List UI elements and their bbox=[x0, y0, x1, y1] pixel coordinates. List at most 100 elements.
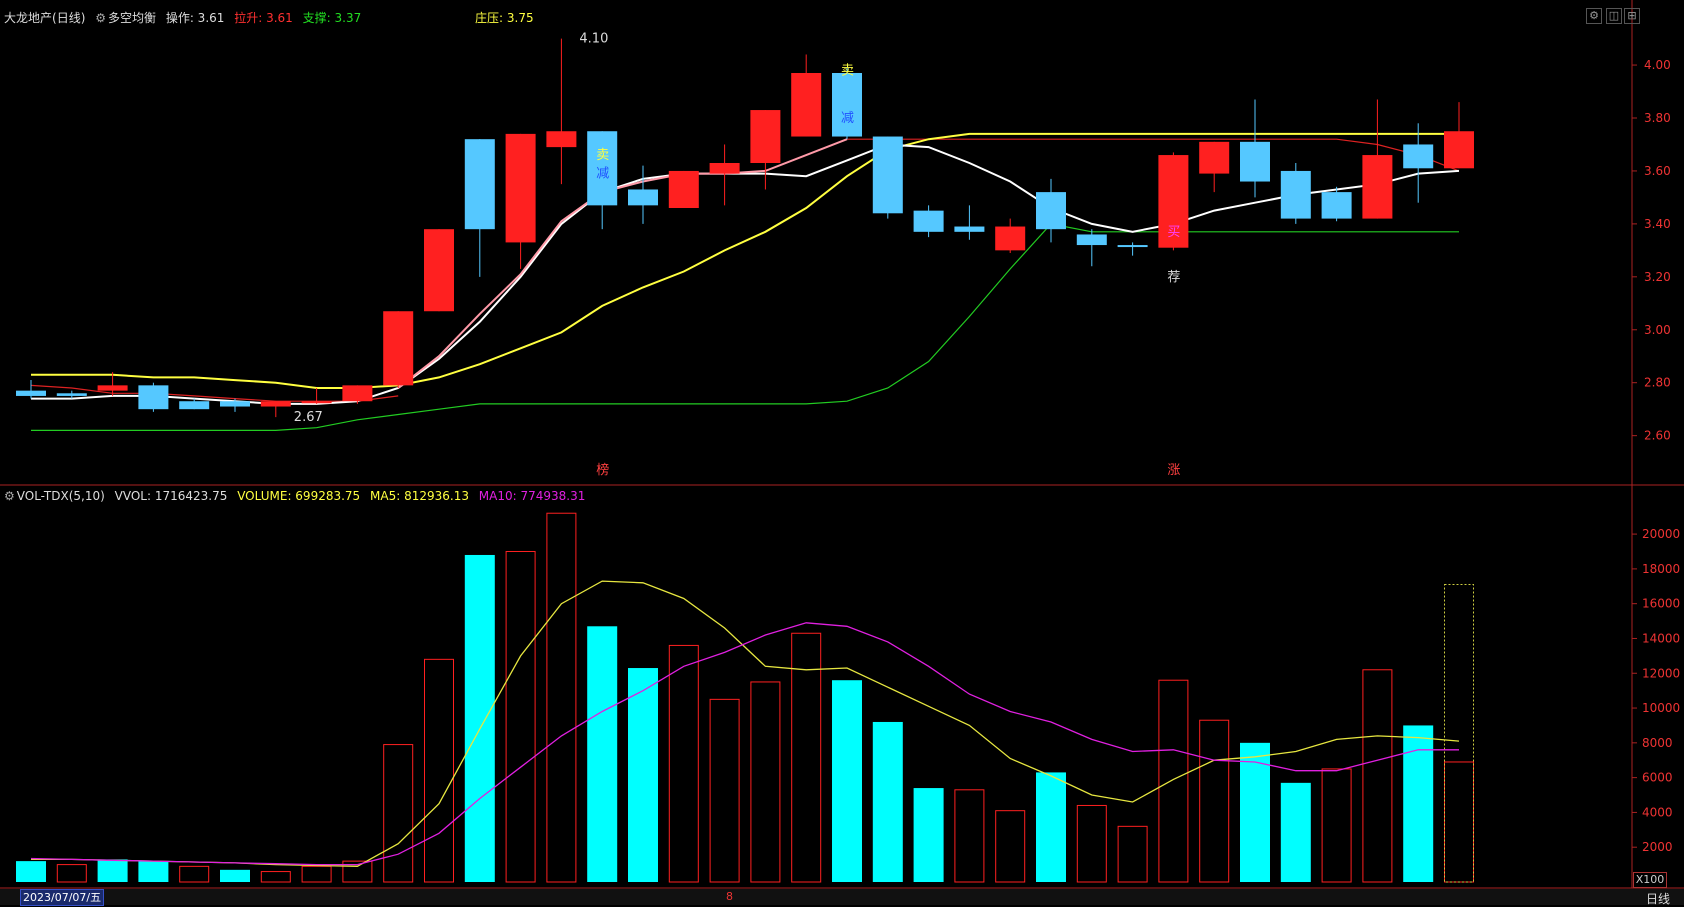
pull-value: 拉升: 3.61 bbox=[234, 11, 293, 25]
candle-body bbox=[872, 136, 903, 214]
period-switch[interactable]: 日线 bbox=[1646, 890, 1670, 907]
pin-icon[interactable]: ⊞ bbox=[1624, 8, 1640, 24]
candle-body bbox=[546, 131, 577, 148]
volume-tick-label: 4000 bbox=[1642, 805, 1673, 819]
chart-annotation: 2.67 bbox=[294, 410, 323, 425]
candle-body bbox=[260, 401, 291, 407]
chart-annotation: 减 bbox=[596, 167, 609, 182]
candle-body bbox=[1117, 245, 1148, 248]
volume-settings-icon[interactable]: ⚙ bbox=[4, 489, 15, 503]
volume-tick-label: 10000 bbox=[1642, 701, 1680, 715]
volume-bar bbox=[954, 789, 985, 883]
candle-body bbox=[1076, 234, 1107, 246]
chart-annotation: 减 bbox=[841, 111, 854, 126]
volume-bar bbox=[546, 512, 577, 883]
ma5-value: MA5: 812936.13 bbox=[370, 489, 469, 503]
volume-bar bbox=[1403, 725, 1434, 882]
volume-bar bbox=[97, 859, 128, 882]
volume-bars bbox=[16, 512, 1474, 883]
price-tick-label: 2.80 bbox=[1644, 376, 1671, 390]
volume-bar bbox=[505, 550, 536, 883]
volume-tick-label: 8000 bbox=[1642, 736, 1673, 750]
volume-tick-label: 20000 bbox=[1642, 527, 1680, 541]
stock-name[interactable]: 大龙地产 bbox=[4, 11, 52, 25]
volume-tick-label: 14000 bbox=[1642, 631, 1680, 645]
candle-body bbox=[668, 170, 699, 208]
volume-bar bbox=[1076, 804, 1107, 883]
price-tick-label: 3.80 bbox=[1644, 111, 1671, 125]
candle-body bbox=[97, 385, 128, 391]
indicator-settings-icon[interactable]: ⚙ bbox=[95, 11, 106, 25]
volume-bar bbox=[1117, 825, 1148, 883]
chart-annotation: 荐 bbox=[1167, 270, 1180, 285]
candle-body bbox=[1240, 141, 1270, 182]
volume-bar bbox=[1158, 679, 1189, 883]
chart-annotation: 4.10 bbox=[579, 32, 608, 47]
volume-bar bbox=[464, 554, 495, 882]
candle-body bbox=[628, 189, 658, 206]
volume-unit: X100 bbox=[1633, 872, 1667, 888]
chart-annotation: 涨 bbox=[1167, 463, 1180, 478]
operate-value: 操作: 3.61 bbox=[165, 11, 225, 25]
vol-indicator-name[interactable]: VOL-TDX(5,10) bbox=[17, 489, 105, 503]
candle-body bbox=[750, 110, 781, 163]
candle-body bbox=[832, 73, 862, 137]
chart-annotation: 卖 bbox=[596, 148, 609, 163]
candle-body bbox=[505, 133, 536, 243]
chart-annotation: 榜 bbox=[596, 462, 609, 478]
candle-body bbox=[954, 226, 985, 232]
price-panel-header: 大龙地产(日线) ⚙ 多空均衡 操作: 3.61 拉升: 3.61 支撑: 3.3… bbox=[0, 9, 540, 25]
candle-body bbox=[913, 210, 944, 232]
vvol-value: VVOL: 1716423.75 bbox=[114, 489, 228, 503]
volume-bar bbox=[832, 680, 862, 882]
settings-icon[interactable]: ⚙ bbox=[1586, 8, 1602, 24]
candle-body bbox=[424, 229, 454, 312]
time-axis-bar bbox=[0, 889, 1684, 905]
price-tick-label: 2.60 bbox=[1644, 429, 1671, 443]
price-tick-label: 3.60 bbox=[1644, 164, 1671, 178]
candle-body bbox=[995, 226, 1026, 251]
chart-annotation: 买 bbox=[1167, 225, 1180, 240]
volume-bar bbox=[138, 861, 169, 882]
candle-body bbox=[383, 311, 414, 386]
volume-bar bbox=[1321, 768, 1352, 883]
pending-volume-bar bbox=[1444, 584, 1474, 883]
candle-body bbox=[138, 385, 169, 410]
candle-body bbox=[56, 393, 87, 396]
volume-bar bbox=[383, 744, 414, 883]
volume-bar bbox=[16, 861, 46, 882]
volume-tick-label: 6000 bbox=[1642, 771, 1673, 785]
volume-bar bbox=[56, 864, 87, 883]
candle-body bbox=[1199, 141, 1230, 174]
volume-bar bbox=[220, 869, 250, 882]
price-axis: 2.60 2.80 3.00 3.20 3.40 3.60 3.80 4.00 bbox=[1632, 58, 1671, 443]
indicator-name[interactable]: 多空均衡 bbox=[108, 11, 156, 25]
restore-icon[interactable]: ◫ bbox=[1606, 8, 1622, 24]
volume-bar bbox=[179, 865, 210, 883]
candle-body bbox=[464, 139, 495, 230]
volume-tick-label: 2000 bbox=[1642, 840, 1673, 854]
candle-body bbox=[1444, 131, 1474, 169]
volume-bar bbox=[1036, 772, 1066, 882]
volume-bar bbox=[1444, 761, 1474, 883]
candles bbox=[16, 38, 1474, 418]
price-tick-label: 3.40 bbox=[1644, 217, 1671, 231]
candle-body bbox=[1036, 192, 1066, 230]
volume-bar bbox=[424, 658, 454, 883]
support-value: 支撑: 3.37 bbox=[302, 11, 362, 25]
period-label: (日线) bbox=[52, 11, 86, 25]
volume-tick-label: 12000 bbox=[1642, 666, 1680, 680]
ma-white-line bbox=[31, 143, 1460, 405]
cursor-date: 2023/07/07/五 bbox=[20, 889, 105, 906]
volume-bar bbox=[750, 681, 781, 883]
volume-value: VOLUME: 699283.75 bbox=[237, 489, 361, 503]
volume-bar bbox=[668, 644, 699, 883]
volume-axis: 2000 4000 6000 8000 10000 12000 14000 16000 1800… bbox=[1632, 527, 1680, 854]
volume-bar bbox=[260, 871, 291, 883]
dealer-value: 庄压: 3.75 bbox=[475, 11, 534, 25]
volume-bar bbox=[709, 698, 740, 883]
price-tick-label: 3.20 bbox=[1644, 270, 1671, 284]
chart-canvas[interactable]: 2.60 2.80 3.00 3.20 3.40 3.60 3.80 4.00 2000 400… bbox=[0, 0, 1684, 905]
candle-body bbox=[1362, 155, 1393, 219]
candle-body bbox=[220, 401, 250, 407]
